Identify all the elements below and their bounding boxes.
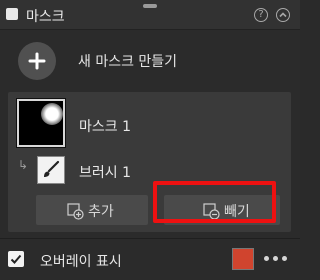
subtract-button[interactable]: 빼기 <box>164 195 280 225</box>
plus-icon[interactable] <box>18 42 56 80</box>
brush-name[interactable]: 브러시 1 <box>79 162 131 182</box>
mask-thumbnail[interactable] <box>17 99 65 147</box>
subtract-mask-icon <box>203 203 220 220</box>
more-icon[interactable] <box>264 256 288 262</box>
panel-enable-toggle[interactable] <box>6 8 18 20</box>
add-button-label: 추가 <box>88 204 114 220</box>
mask-name[interactable]: 마스크 1 <box>79 116 131 136</box>
create-new-mask-label[interactable]: 새 마스크 만들기 <box>78 51 177 71</box>
masking-panel: 마스크 ? 새 마스크 만들기 마스크 1 ↳ 브러시 1 추가 빼기 오버레이… <box>0 0 300 280</box>
subtract-button-label: 빼기 <box>224 204 250 220</box>
brush-icon[interactable] <box>37 156 65 184</box>
help-icon[interactable]: ? <box>254 8 268 22</box>
create-new-mask-row[interactable]: 새 마스크 만들기 <box>0 30 300 90</box>
overlay-label[interactable]: 오버레이 표시 <box>40 251 122 271</box>
overlay-color-swatch[interactable] <box>232 248 254 270</box>
mask-preview-glow <box>41 103 63 125</box>
panel-title: 마스크 <box>26 9 65 25</box>
collapse-icon[interactable] <box>276 8 290 22</box>
mask-group: 마스크 1 ↳ 브러시 1 추가 빼기 <box>8 92 291 232</box>
add-button[interactable]: 추가 <box>36 195 148 225</box>
sub-item-arrow-icon: ↳ <box>18 158 29 172</box>
overlay-row: 오버레이 표시 <box>0 238 300 280</box>
add-mask-icon <box>67 203 84 220</box>
drag-grip-icon[interactable] <box>143 4 157 8</box>
overlay-checkbox[interactable] <box>8 251 24 267</box>
panel-header: 마스크 ? <box>0 0 300 30</box>
